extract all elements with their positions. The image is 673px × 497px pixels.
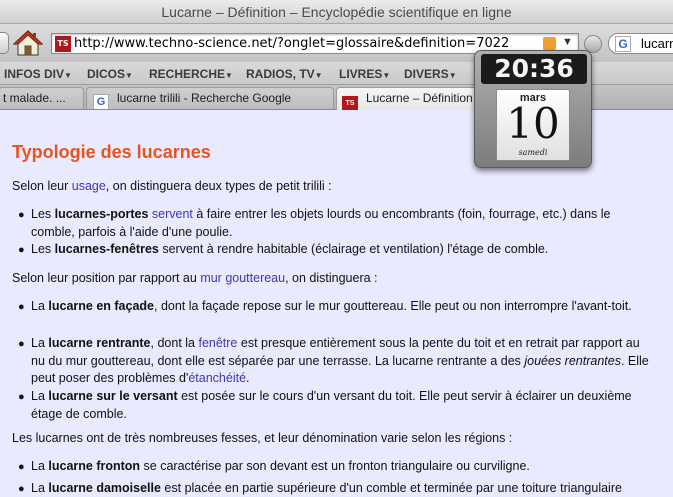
rss-feed-icon[interactable]: [543, 37, 556, 50]
site-favicon-icon: TS: [55, 36, 71, 52]
google-search-engine-icon[interactable]: G: [615, 36, 631, 52]
list-item-lucarne-fronton: La lucarne fronton se caractérise par so…: [31, 459, 530, 473]
search-input[interactable]: lucarn: [641, 36, 673, 51]
calendar-day: 10: [506, 99, 560, 148]
page-content: Typologie des lucarnes Selon leur usage,…: [0, 110, 673, 497]
tab-label: t malade. ...: [3, 91, 66, 105]
window-title: Lucarne – Définition – Encyclopédie scie…: [161, 4, 512, 20]
bookmark-folder-radios-tv[interactable]: RADIOS, TV▼: [246, 67, 323, 81]
home-button[interactable]: [12, 29, 44, 57]
bullet-icon: ●: [18, 244, 25, 256]
calendar-weekday: samedi: [518, 148, 548, 157]
bookmark-folder-livres[interactable]: LIVRES▼: [339, 67, 390, 81]
link-usage[interactable]: usage: [72, 179, 106, 193]
calendar-page: mars 10 samedi: [496, 89, 570, 161]
techno-science-favicon-icon: TS: [342, 96, 358, 110]
paragraph-position: Selon leur position par rapport au mur g…: [12, 271, 378, 285]
window-title-bar: Lucarne – Définition – Encyclopédie scie…: [0, 0, 673, 24]
bullet-icon: ●: [18, 301, 25, 313]
clock-time: 20:36: [481, 54, 587, 84]
search-bar[interactable]: G lucarn: [608, 33, 673, 54]
list-item-lucarne-en-facade: La lucarne en façade, dont la façade rep…: [31, 299, 632, 313]
list-item-lucarne-rentrante: La lucarne rentrante, dont la fenêtre es…: [31, 336, 649, 385]
bookmark-folder-divers[interactable]: DIVERS▼: [404, 67, 457, 81]
bullet-icon: ●: [18, 483, 25, 495]
link-fenetre[interactable]: fenêtre: [198, 336, 237, 350]
bullet-icon: ●: [18, 461, 25, 473]
bullet-icon: ●: [18, 338, 25, 350]
google-favicon-icon: G: [93, 94, 109, 109]
home-icon: [12, 30, 44, 56]
bullet-icon: ●: [18, 209, 25, 221]
back-button-edge[interactable]: [0, 32, 9, 54]
bookmark-folder-infos-div[interactable]: INFOS DIV▼: [4, 67, 72, 81]
list-item-lucarnes-fenetres: Les lucarnes-fenêtres servent à rendre h…: [31, 242, 549, 256]
clock-widget[interactable]: 20:36 mars 10 samedi: [474, 50, 592, 168]
list-item-lucarnes-portes: Les lucarnes-portes servent à faire entr…: [31, 207, 611, 239]
tab-label: lucarne trilili - Recherche Google: [117, 91, 292, 105]
bookmark-folder-recherche[interactable]: RECHERCHE▼: [149, 67, 233, 81]
url-text[interactable]: http://www.techno-science.net/?onglet=gl…: [74, 36, 509, 51]
paragraph-denominations: Les lucarnes ont de très nombreuses fess…: [12, 431, 513, 445]
section-heading: Typologie des lucarnes: [12, 142, 211, 162]
list-item-lucarne-sur-le-versant: La lucarne sur le versant est posée sur …: [31, 389, 632, 421]
tab-previous[interactable]: t malade. ...: [0, 87, 84, 109]
list-item-lucarne-damoiselle: La lucarne damoiselle est placée en part…: [31, 481, 622, 495]
tab-google-search[interactable]: Glucarne trilili - Recherche Google: [86, 87, 334, 109]
bullet-icon: ●: [18, 391, 25, 403]
bookmark-folder-dicos[interactable]: DICOS▼: [87, 67, 133, 81]
paragraph-usage: Selon leur usage, on distinguera deux ty…: [12, 179, 332, 193]
url-dropdown-arrow-icon[interactable]: ▼: [562, 36, 573, 48]
link-etancheite[interactable]: étanchéité: [188, 371, 246, 385]
link-mur-gouttereau[interactable]: mur gouttereau: [200, 271, 285, 285]
link-servent[interactable]: servent: [152, 207, 193, 221]
